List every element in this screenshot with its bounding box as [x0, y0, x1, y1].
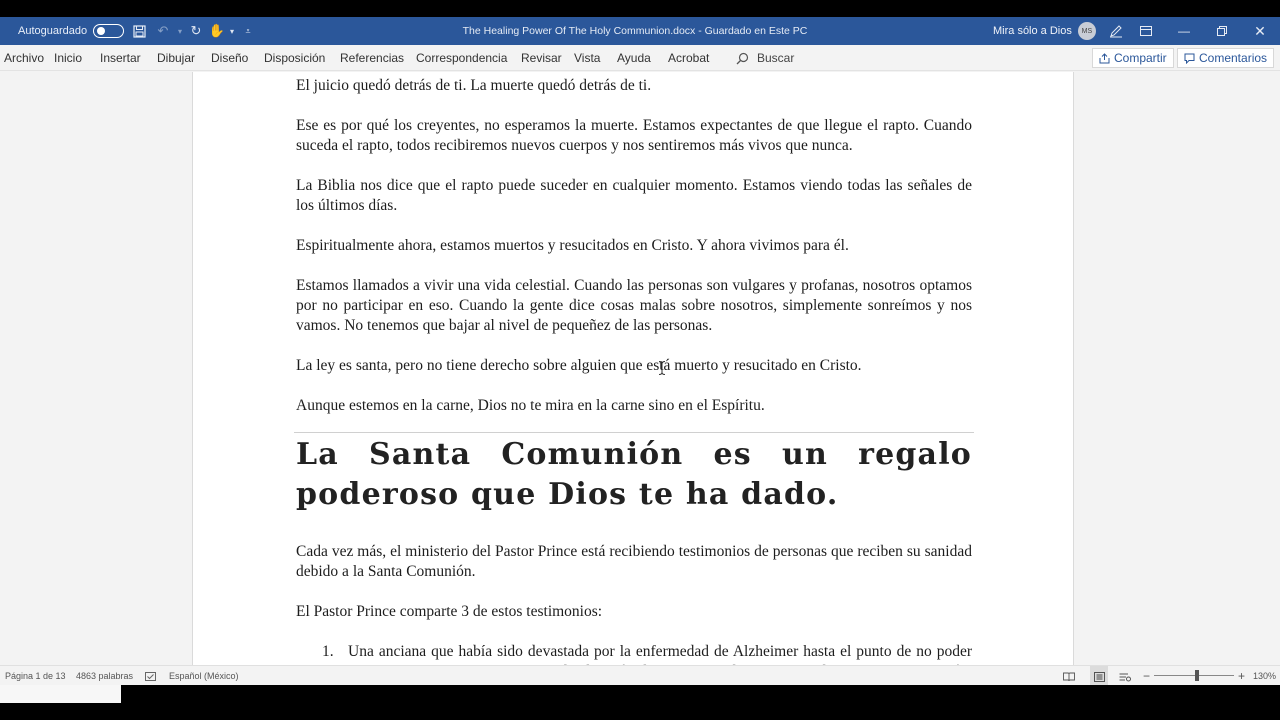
- menu-diseno[interactable]: Diseño: [211, 45, 248, 71]
- avatar[interactable]: MS: [1077, 22, 1096, 40]
- ribbon-display-icon[interactable]: [1126, 17, 1166, 45]
- redo-icon[interactable]: ↻: [186, 17, 206, 45]
- user-name: Mira sólo a Dios: [993, 25, 1072, 37]
- proofing-icon[interactable]: [145, 666, 157, 686]
- comments-button[interactable]: Comentarios: [1177, 48, 1275, 68]
- close-icon[interactable]: ✕: [1240, 17, 1280, 45]
- autosave-label: Autoguardado: [18, 25, 88, 37]
- paragraph[interactable]: Espiritualmente ahora, estamos muertos y…: [296, 236, 972, 256]
- menu-insertar[interactable]: Insertar: [100, 45, 141, 71]
- search-icon: [736, 52, 749, 64]
- paragraph[interactable]: Estamos llamados a vivir una vida celest…: [296, 276, 972, 336]
- screen-bottom-bar: [0, 685, 1280, 720]
- menu-disposicion[interactable]: Disposición: [264, 45, 325, 71]
- customize-qat-icon[interactable]: ⩡: [238, 17, 258, 45]
- paragraph[interactable]: Ese es por qué los creyentes, no esperam…: [296, 116, 972, 156]
- read-mode-icon[interactable]: [1063, 666, 1075, 686]
- menu-referencias[interactable]: Referencias: [340, 45, 404, 71]
- zoom-slider-thumb[interactable]: [1195, 670, 1199, 681]
- search-label: Buscar: [757, 51, 795, 65]
- language-indicator[interactable]: Español (México): [169, 666, 239, 686]
- zoom-level[interactable]: 130%: [1253, 666, 1276, 686]
- print-layout-icon[interactable]: [1090, 666, 1108, 686]
- paragraph[interactable]: La ley es santa, pero no tiene derecho s…: [296, 356, 972, 376]
- list-number: 1.: [322, 643, 334, 660]
- heading-divider: [294, 432, 974, 433]
- menu-dibujar[interactable]: Dibujar: [157, 45, 195, 71]
- search-box[interactable]: Buscar: [736, 45, 794, 71]
- menu-bar: Archivo Inicio Insertar Dibujar Diseño D…: [0, 45, 1280, 71]
- share-label: Compartir: [1114, 51, 1167, 65]
- zoom-slider-track[interactable]: [1154, 675, 1234, 676]
- paragraph[interactable]: El juicio quedó detrás de ti. La muerte …: [296, 76, 972, 96]
- text-cursor-icon: [658, 361, 666, 375]
- autosave-toggle[interactable]: [93, 24, 125, 38]
- document-workspace[interactable]: El juicio quedó detrás de ti. La muerte …: [0, 72, 1280, 665]
- menu-ayuda[interactable]: Ayuda: [617, 45, 651, 71]
- word-count[interactable]: 4863 palabras: [76, 666, 133, 686]
- page-count[interactable]: Página 1 de 13: [5, 666, 66, 686]
- paragraph[interactable]: Cada vez más, el ministerio del Pastor P…: [296, 542, 972, 582]
- autosave-control[interactable]: Autoguardado: [18, 17, 125, 45]
- title-bar: Autoguardado ↶ ▾ ↻ ✋ ▾ ⩡ The Healing Pow…: [0, 17, 1280, 45]
- paragraph[interactable]: Aunque estemos en la carne, Dios no te m…: [296, 396, 972, 416]
- menu-acrobat[interactable]: Acrobat: [668, 45, 709, 71]
- word-window: Autoguardado ↶ ▾ ↻ ✋ ▾ ⩡ The Healing Pow…: [0, 0, 1280, 720]
- status-bar: Página 1 de 13 4863 palabras Español (Mé…: [0, 665, 1280, 686]
- user-account[interactable]: Mira sólo a Dios MS: [993, 17, 1096, 45]
- menu-correspondencia[interactable]: Correspondencia: [416, 45, 507, 71]
- menu-archivo[interactable]: Archivo: [4, 45, 44, 71]
- comment-icon: [1184, 53, 1195, 64]
- paragraph[interactable]: La Biblia nos dice que el rapto puede su…: [296, 176, 972, 216]
- share-icon: [1099, 52, 1110, 63]
- menu-revisar[interactable]: Revisar: [521, 45, 562, 71]
- list-item-text: Una anciana que había sido devastada por…: [348, 643, 972, 665]
- zoom-out-icon[interactable]: −: [1143, 666, 1150, 686]
- document-title: The Healing Power Of The Holy Communion.…: [462, 25, 808, 37]
- paragraph[interactable]: El Pastor Prince comparte 3 de estos tes…: [296, 602, 972, 622]
- list-item[interactable]: 1. Una anciana que había sido devastada …: [296, 642, 972, 665]
- menu-vista[interactable]: Vista: [574, 45, 600, 71]
- save-icon[interactable]: [129, 17, 149, 45]
- section-heading[interactable]: La Santa Comunión es un regalo poderoso …: [296, 435, 972, 515]
- document-page[interactable]: El juicio quedó detrás de ti. La muerte …: [192, 72, 1074, 665]
- screen-top-bar: [0, 0, 1280, 17]
- minimize-icon[interactable]: —: [1164, 17, 1204, 45]
- restore-icon[interactable]: [1202, 17, 1242, 45]
- share-button[interactable]: Compartir: [1092, 48, 1174, 68]
- bottom-overlay: [0, 685, 121, 703]
- zoom-in-icon[interactable]: +: [1238, 666, 1245, 686]
- document-body[interactable]: El juicio quedó detrás de ti. La muerte …: [294, 76, 974, 665]
- web-layout-icon[interactable]: [1119, 666, 1131, 686]
- menu-inicio[interactable]: Inicio: [54, 45, 82, 71]
- comments-label: Comentarios: [1199, 51, 1268, 65]
